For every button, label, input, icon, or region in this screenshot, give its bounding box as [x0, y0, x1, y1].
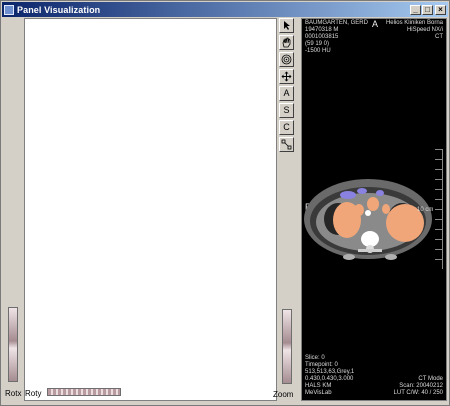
slice-info-overlay: Slice: 0 Timepoint: 0 513,513,63,Grey,1 …	[305, 355, 354, 397]
pointer-icon	[284, 21, 290, 30]
c-tool-button[interactable]: C	[279, 120, 294, 135]
scan-info-overlay: CT Mode Scan: 20040212 LUT C/W: 40 / 250	[394, 376, 443, 397]
software-name: MeVisLab	[305, 390, 332, 396]
maximize-button[interactable]: □	[422, 4, 433, 15]
institution-overlay: Helios Kliniken Borna HiSpeed NX/i CT	[386, 20, 443, 41]
minimize-button[interactable]: _	[410, 4, 421, 15]
zoom-slider[interactable]	[282, 309, 292, 384]
modality: CT	[435, 34, 443, 40]
nodes-tool-button[interactable]	[279, 137, 294, 152]
slice-number: Slice: 0	[305, 355, 325, 361]
panel-visualization-window: Panel Visualization _ □ × Rotx Roty Zoom	[0, 0, 450, 406]
series-description: HALS KM	[305, 383, 332, 389]
scale-label: 10 cm	[417, 207, 434, 213]
3d-view-panel[interactable]	[24, 18, 277, 401]
hand-icon	[282, 37, 291, 48]
zoom-label: Zoom	[273, 390, 294, 399]
timepoint: Timepoint: 0	[305, 362, 338, 368]
a-tool-button[interactable]: A	[279, 86, 294, 101]
image-dimensions: 513,513,63,Grey,1	[305, 369, 355, 375]
radar-icon	[281, 54, 292, 65]
voxel-size: 0.430,0.430,3.000	[305, 376, 354, 382]
cursor-position: (59 19 0)	[305, 41, 330, 47]
target-tool-button[interactable]	[279, 52, 294, 67]
ct-slice-viewer[interactable]: BAUMGARTEN, GERD 19470318 M 0001003815 (…	[301, 18, 447, 401]
patient-id: 0001003815	[305, 34, 339, 40]
patient-info-overlay: BAUMGARTEN, GERD 19470318 M 0001003815 (…	[305, 20, 368, 55]
patient-name: BAUMGARTEN, GERD	[305, 20, 368, 26]
ct-mode: CT Mode	[418, 376, 443, 382]
patient-birth-sex: 19470318 M	[305, 27, 339, 33]
rotx-slider[interactable]	[8, 307, 18, 382]
scan-date: Scan: 20040212	[399, 383, 443, 389]
scanner-model: HiSpeed NX/i	[406, 27, 443, 33]
roty-label: Roty	[25, 389, 42, 398]
rotx-label: Rotx	[5, 389, 22, 398]
move-tool-button[interactable]	[279, 69, 294, 84]
roty-slider[interactable]	[47, 388, 121, 396]
lut-window: LUT C/W: 40 / 250	[393, 390, 443, 396]
pointer-tool-button[interactable]	[279, 18, 294, 33]
orientation-top: A	[372, 19, 379, 29]
s-tool-button[interactable]: S	[279, 103, 294, 118]
close-button[interactable]: ×	[435, 4, 446, 15]
ct-slice-image	[304, 179, 432, 260]
title-bar[interactable]: Panel Visualization _ □ ×	[2, 2, 448, 17]
hu-value: -1500 HU	[305, 48, 331, 54]
window-title: Panel Visualization	[17, 4, 101, 15]
window-icon	[4, 4, 14, 15]
move-icon	[281, 71, 292, 82]
tool-palette: A S C	[279, 18, 295, 154]
pan-tool-button[interactable]	[279, 35, 294, 50]
nodes-icon	[281, 139, 292, 150]
institution-name: Helios Kliniken Borna	[385, 20, 443, 26]
